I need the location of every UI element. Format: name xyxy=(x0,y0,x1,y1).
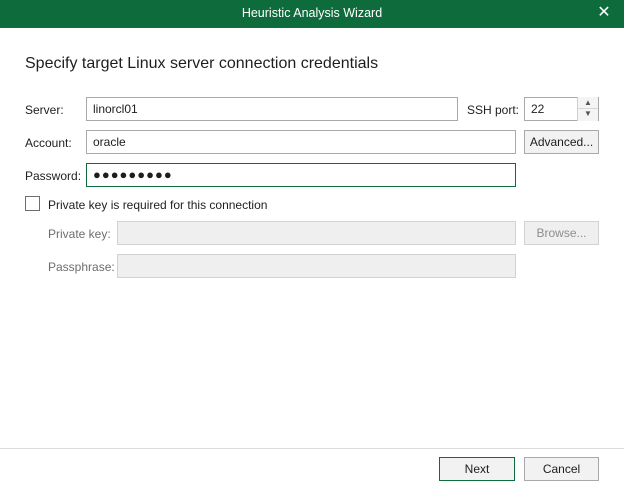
private-key-label: Private key: xyxy=(48,227,111,241)
password-label: Password: xyxy=(25,169,82,183)
private-key-input[interactable] xyxy=(117,221,516,245)
passphrase-label: Passphrase: xyxy=(48,260,115,274)
password-input[interactable]: ●●●●●●●●● xyxy=(86,163,516,187)
close-icon[interactable]: ✕ xyxy=(594,3,614,23)
chevron-down-icon[interactable]: ▼ xyxy=(578,108,598,119)
page-heading: Specify target Linux server connection c… xyxy=(25,55,379,72)
advanced-button[interactable]: Advanced... xyxy=(524,130,599,154)
account-value: oracle xyxy=(93,135,126,149)
next-button[interactable]: Next xyxy=(439,457,515,481)
window-title: Heuristic Analysis Wizard xyxy=(241,6,383,20)
browse-button[interactable]: Browse... xyxy=(524,221,599,245)
spinner-buttons: ▲ ▼ xyxy=(577,97,598,121)
passphrase-input[interactable] xyxy=(117,254,516,278)
ssh-port-stepper[interactable]: 22 ▲ ▼ xyxy=(524,97,599,121)
server-input[interactable]: linorcl01 xyxy=(86,97,458,121)
account-input[interactable]: oracle xyxy=(86,130,516,154)
account-label: Account: xyxy=(25,136,72,150)
server-label: Server: xyxy=(25,103,64,117)
title-bar: Heuristic Analysis Wizard ✕ xyxy=(0,0,624,28)
password-mask: ●●●●●●●●● xyxy=(93,167,173,182)
footer-divider xyxy=(0,448,624,449)
server-value: linorcl01 xyxy=(93,102,138,116)
private-key-checkbox[interactable] xyxy=(25,196,40,211)
ssh-port-value: 22 xyxy=(531,102,545,116)
cancel-button[interactable]: Cancel xyxy=(524,457,599,481)
wizard-window: Heuristic Analysis Wizard ✕ Specify targ… xyxy=(0,0,624,491)
private-key-checkbox-label[interactable]: Private key is required for this connect… xyxy=(48,198,267,212)
ssh-port-label: SSH port: xyxy=(467,103,520,117)
